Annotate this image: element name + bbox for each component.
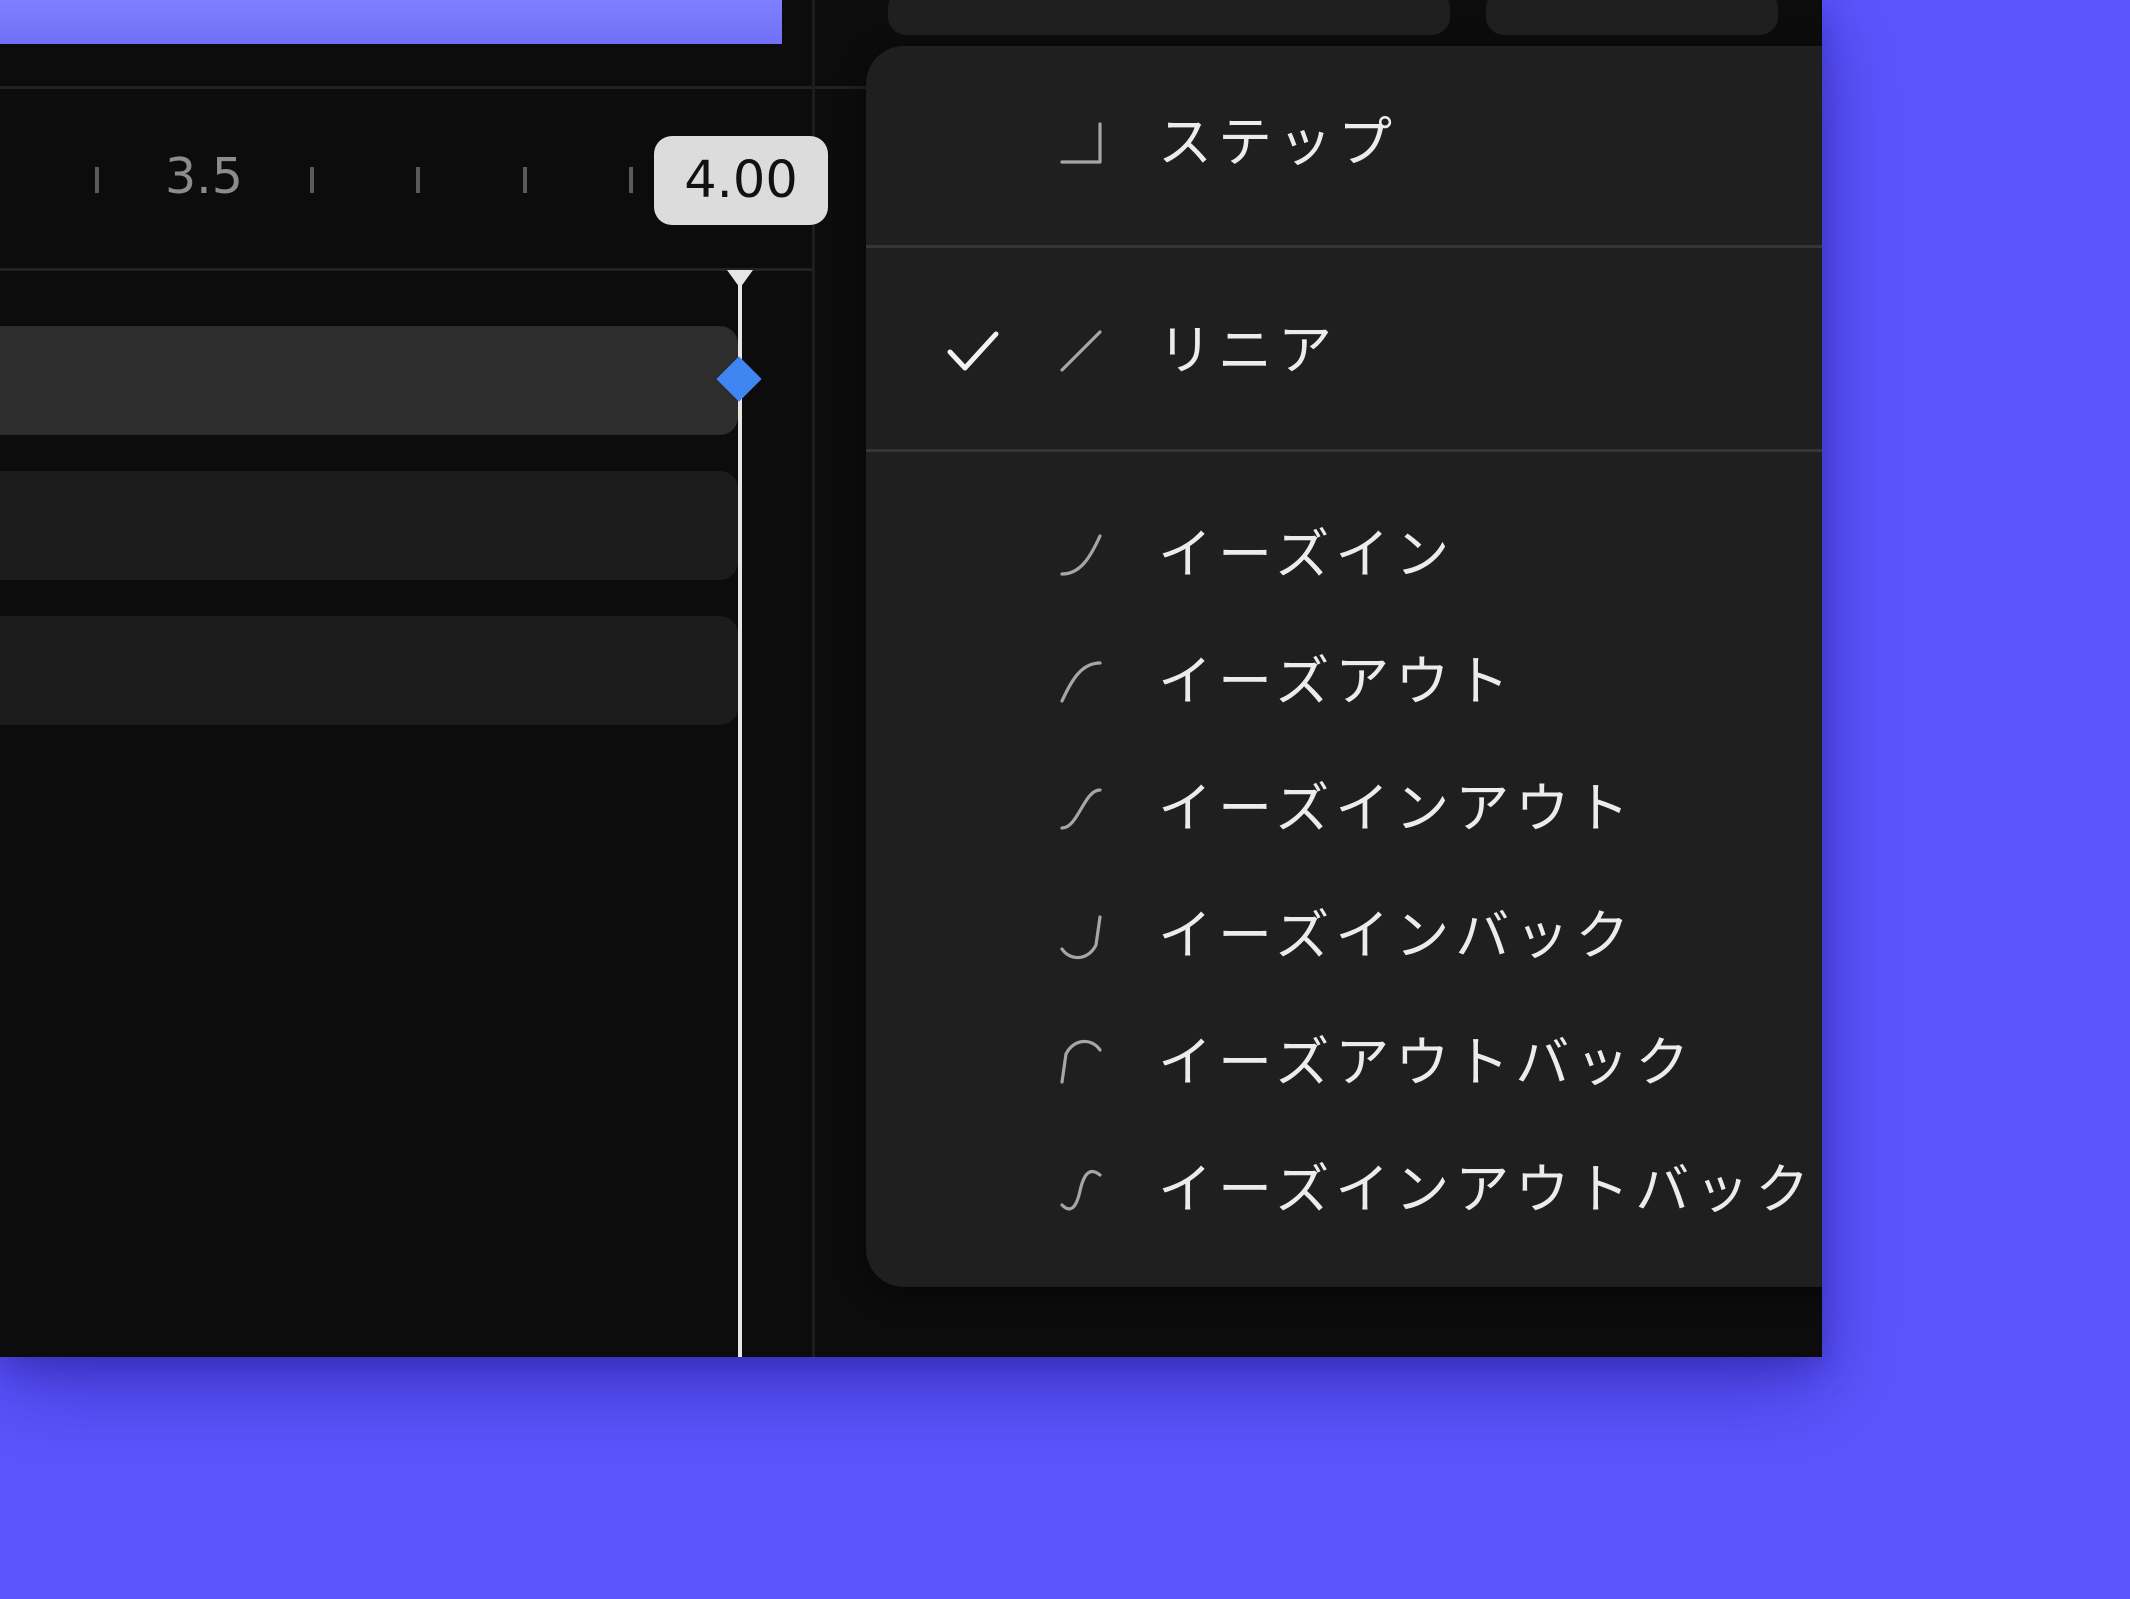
playhead-line[interactable]: [738, 275, 742, 1357]
menu-item-label: ステップ: [1158, 111, 1398, 174]
ruler-tick: [416, 167, 420, 193]
keyframe-diamond-icon[interactable]: [713, 353, 765, 405]
ease-out-curve-icon: [1060, 661, 1102, 703]
ease-in-curve-icon: [1060, 534, 1102, 576]
ruler-tick: [310, 167, 314, 193]
menu-item-ease-in[interactable]: イーズイン: [866, 500, 1822, 610]
track-row-active[interactable]: [0, 326, 738, 435]
menu-item-linear[interactable]: リニア: [866, 296, 1822, 406]
menu-item-ease-out-back[interactable]: イーズアウトバック: [866, 1008, 1822, 1118]
ruler-tick: [95, 167, 99, 193]
menu-item-ease-in-back[interactable]: イーズインバック: [866, 881, 1822, 991]
track-row[interactable]: [0, 616, 738, 725]
menu-item-label: イーズアウト: [1158, 650, 1516, 713]
menu-item-ease-out[interactable]: イーズアウト: [866, 627, 1822, 737]
menu-item-label: リニア: [1158, 319, 1338, 382]
ruler-tick: [629, 167, 633, 193]
menu-item-label: イーズインアウトバック: [1158, 1158, 1816, 1221]
ruler-tick: [523, 167, 527, 193]
selected-clip-strip[interactable]: [0, 0, 782, 44]
menu-divider: [866, 245, 1822, 248]
easing-dropdown-menu: ステップ リニア イーズイン イーズアウト イーズインアウト イーズインバック …: [866, 46, 1822, 1287]
menu-item-step[interactable]: ステップ: [866, 88, 1822, 198]
linear-curve-icon: [1060, 330, 1102, 372]
ruler-label: 3.5: [165, 148, 243, 205]
top-control-right[interactable]: [1486, 0, 1778, 35]
current-time-badge: 4.00: [654, 136, 828, 225]
ease-out-back-curve-icon: [1060, 1039, 1102, 1084]
ruler-bottom-divider: [0, 268, 812, 271]
ruler-top-divider: [0, 86, 870, 89]
menu-item-ease-in-out[interactable]: イーズインアウト: [866, 754, 1822, 864]
playhead-handle-icon[interactable]: [725, 268, 755, 292]
stage-background: 3.5 4.00 ステップ リニア イーズイン イーズアウト イーズインアウト …: [0, 0, 2130, 1599]
step-curve-icon: [1060, 122, 1102, 164]
top-control-left[interactable]: [888, 0, 1450, 35]
menu-divider: [866, 449, 1822, 452]
menu-item-label: イーズインアウト: [1158, 777, 1636, 840]
menu-item-ease-in-out-back[interactable]: イーズインアウトバック: [866, 1135, 1822, 1245]
track-row[interactable]: [0, 471, 738, 580]
menu-item-label: イーズインバック: [1158, 904, 1636, 967]
menu-item-label: イーズアウトバック: [1158, 1031, 1696, 1094]
app-window: 3.5 4.00 ステップ リニア イーズイン イーズアウト イーズインアウト …: [0, 0, 1822, 1357]
ease-in-out-back-curve-icon: [1060, 1169, 1102, 1211]
menu-item-label: イーズイン: [1158, 523, 1456, 586]
ease-in-out-curve-icon: [1060, 788, 1102, 830]
ease-in-back-curve-icon: [1060, 915, 1102, 960]
checkmark-icon: [947, 331, 999, 371]
